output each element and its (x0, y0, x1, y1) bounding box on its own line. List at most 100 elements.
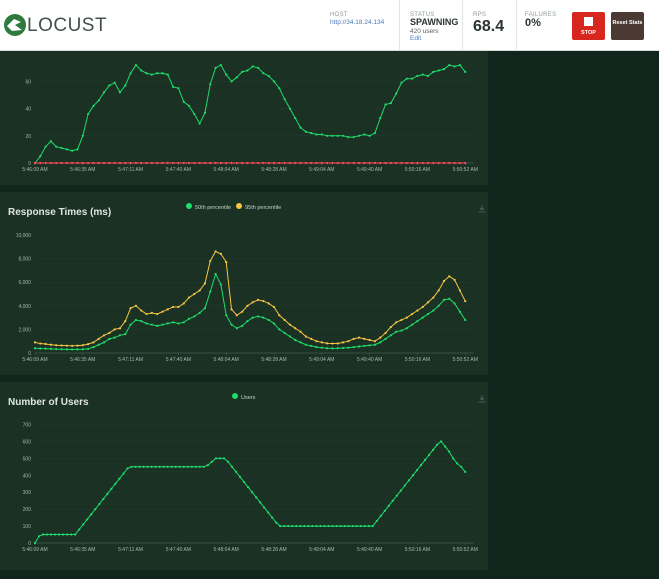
data-point (352, 337, 355, 340)
data-point (275, 521, 278, 524)
data-point (278, 87, 281, 90)
data-point (363, 337, 366, 340)
data-point (124, 320, 127, 323)
data-point (230, 80, 233, 83)
x-tick-label: 5:49:40 AM (357, 167, 382, 173)
data-point (33, 341, 37, 344)
data-point (351, 524, 354, 528)
host-stat: HOST http://34.18.24.134 (310, 0, 398, 50)
data-point (452, 457, 455, 460)
data-point (426, 161, 430, 165)
data-point (456, 462, 459, 465)
data-point (355, 524, 358, 528)
data-point (182, 100, 185, 103)
data-point (134, 304, 138, 307)
data-point (437, 304, 440, 307)
data-point (384, 103, 387, 106)
data-point (124, 333, 127, 336)
data-point (299, 126, 302, 129)
data-point (55, 348, 58, 351)
data-point (97, 337, 100, 340)
data-point (448, 161, 451, 165)
data-point (58, 533, 61, 536)
response-times-chart: 02,0004,0006,0008,00010,0005:46:09 AM 5:4… (16, 233, 478, 363)
data-point (202, 465, 205, 468)
data-point (55, 161, 58, 165)
data-point (416, 74, 419, 78)
data-point (373, 340, 377, 343)
data-point (49, 161, 53, 165)
host-url-link[interactable]: http://34.18.24.134 (330, 19, 384, 26)
data-point (439, 440, 443, 443)
data-point (315, 346, 318, 349)
data-point (55, 145, 58, 148)
x-tick-label: 5:49:04 AM (309, 167, 334, 173)
data-point (448, 297, 451, 300)
data-point (39, 161, 42, 165)
data-point (246, 320, 249, 323)
data-point (76, 161, 79, 165)
data-point (426, 301, 430, 304)
data-point (182, 302, 185, 305)
data-point (299, 524, 302, 528)
data-point (384, 161, 387, 165)
y-tick-label: 2,000 (18, 327, 31, 333)
data-point (310, 344, 313, 348)
data-point (283, 161, 286, 165)
x-tick-label: 5:47:11 AM (118, 547, 143, 553)
data-point (81, 344, 84, 347)
data-point (453, 161, 456, 165)
data-point (76, 148, 79, 151)
data-point (320, 346, 323, 349)
data-point (347, 136, 350, 139)
data-point (230, 323, 233, 326)
data-point (379, 161, 382, 165)
data-point (150, 161, 153, 165)
x-tick-label: 5:47:40 AM (166, 357, 191, 363)
data-point (182, 161, 185, 165)
data-point (367, 524, 370, 528)
data-point (407, 479, 411, 482)
data-point (108, 84, 111, 87)
data-point (102, 91, 106, 94)
data-point (395, 161, 398, 165)
data-point (416, 161, 419, 165)
data-point (283, 97, 286, 101)
data-point (97, 99, 100, 102)
data-point (145, 312, 148, 316)
x-tick-label: 5:47:40 AM (166, 547, 191, 553)
data-point (246, 69, 249, 72)
x-tick-label: 5:48:04 AM (214, 357, 239, 363)
data-point (177, 161, 180, 165)
data-point (55, 344, 58, 347)
data-point (92, 104, 95, 107)
data-point (400, 318, 403, 322)
data-point (71, 149, 74, 152)
data-point (193, 315, 196, 318)
data-point (124, 161, 127, 165)
data-point (214, 161, 217, 165)
data-point (70, 533, 73, 536)
stop-button[interactable]: STOP (572, 12, 605, 40)
data-point (339, 524, 342, 528)
edit-users-link[interactable]: Edit (410, 35, 421, 42)
data-point (336, 347, 339, 350)
data-point (87, 347, 90, 350)
data-point (65, 148, 68, 151)
data-point (291, 524, 294, 528)
data-point (379, 336, 382, 339)
data-point (187, 161, 191, 165)
data-point (294, 327, 297, 330)
data-point (193, 161, 196, 165)
data-point (368, 134, 371, 137)
data-point (246, 304, 249, 307)
data-point (49, 140, 53, 143)
reset-stats-button[interactable]: Reset Stats (611, 12, 644, 40)
data-point (241, 161, 244, 165)
series-line (34, 64, 466, 164)
data-point (156, 324, 159, 327)
data-point (400, 161, 403, 165)
data-point (310, 131, 313, 135)
data-point (251, 161, 254, 165)
rps-stat: RPS 68.4 (462, 0, 516, 50)
